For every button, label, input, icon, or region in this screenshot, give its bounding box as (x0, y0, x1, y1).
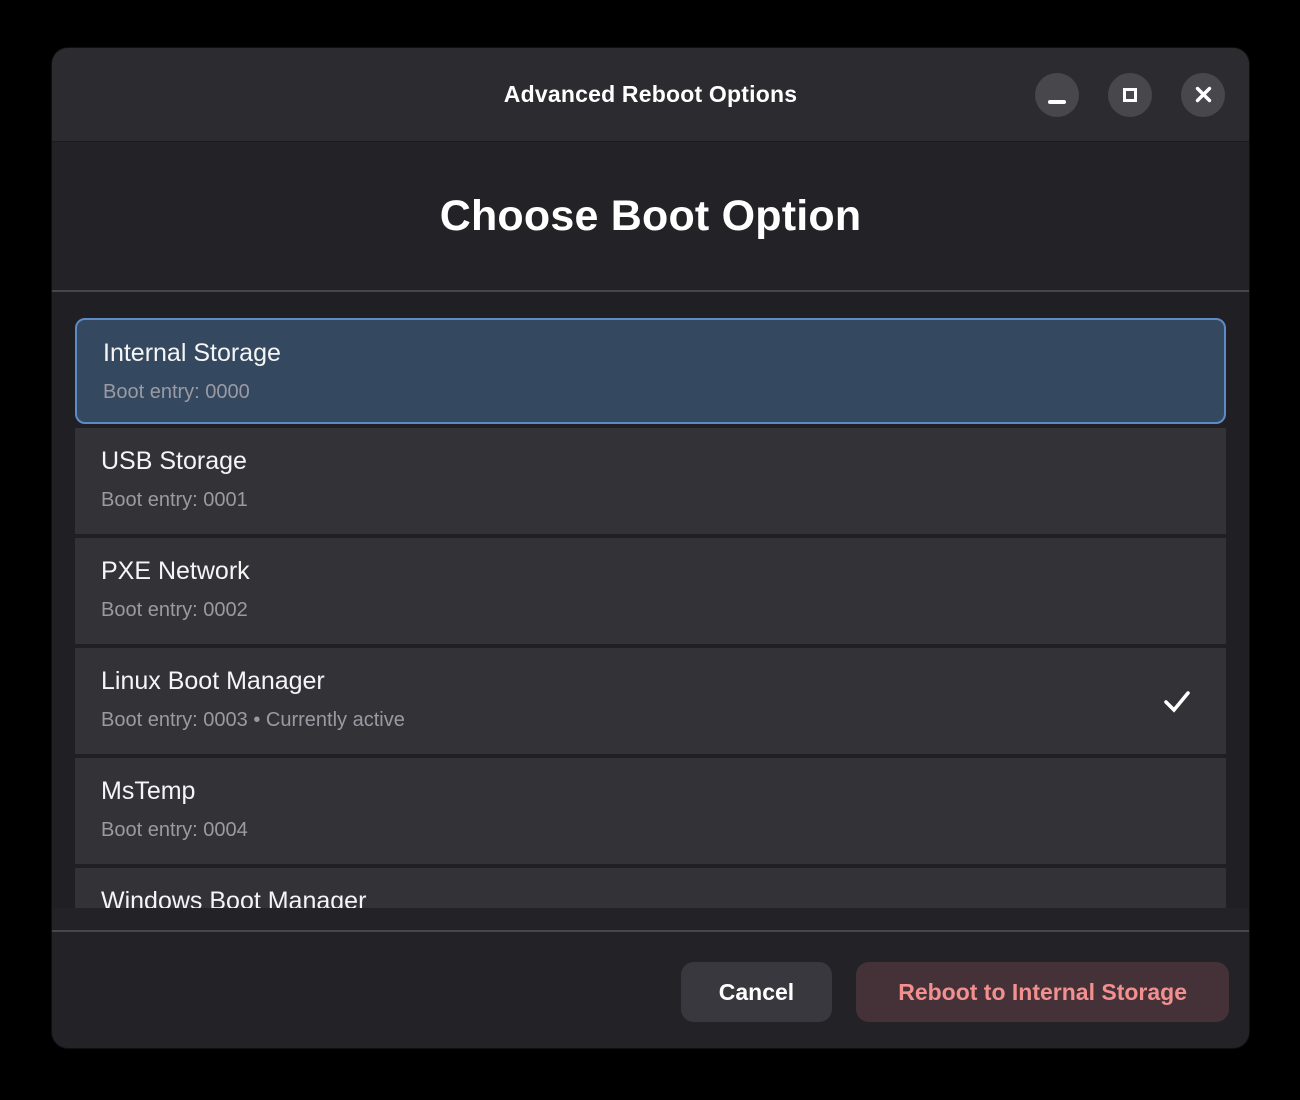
boot-option-row-0[interactable]: Internal Storage Boot entry: 0000 (75, 318, 1226, 424)
reboot-button[interactable]: Reboot to Internal Storage (856, 962, 1229, 1022)
boot-option-name: PXE Network (101, 556, 1200, 586)
boot-option-entry: Boot entry: 0003 • Currently active (101, 708, 1200, 732)
boot-option-entry: Boot entry: 0002 (101, 598, 1200, 622)
boot-option-row-1[interactable]: USB Storage Boot entry: 0001 (75, 428, 1226, 534)
boot-option-row-5[interactable]: Windows Boot Manager (75, 868, 1226, 908)
active-check-icon (1161, 685, 1193, 717)
boot-option-name: USB Storage (101, 446, 1200, 476)
screen-background: Advanced Reboot Options Choose Boot Opti (0, 0, 1300, 1100)
cancel-button[interactable]: Cancel (681, 962, 832, 1022)
boot-option-entry: Boot entry: 0001 (101, 488, 1200, 512)
boot-option-list-viewport[interactable]: Internal Storage Boot entry: 0000 USB St… (52, 292, 1249, 908)
boot-option-name: Internal Storage (103, 338, 1198, 368)
window-controls (1035, 73, 1225, 117)
titlebar[interactable]: Advanced Reboot Options (52, 48, 1249, 142)
footer-gap (52, 908, 1249, 930)
boot-option-row-4[interactable]: MsTemp Boot entry: 0004 (75, 758, 1226, 864)
boot-option-entry: Boot entry: 0004 (101, 818, 1200, 842)
dialog-header: Choose Boot Option (52, 142, 1249, 290)
page-title: Choose Boot Option (440, 192, 862, 241)
maximize-button[interactable] (1108, 73, 1152, 117)
boot-option-entry: Boot entry: 0000 (103, 380, 1198, 404)
maximize-icon (1123, 88, 1137, 102)
close-button[interactable] (1181, 73, 1225, 117)
dialog-window: Advanced Reboot Options Choose Boot Opti (52, 48, 1249, 1048)
minimize-icon (1048, 100, 1066, 104)
boot-option-row-2[interactable]: PXE Network Boot entry: 0002 (75, 538, 1226, 644)
dialog-footer: Cancel Reboot to Internal Storage (52, 932, 1249, 1048)
close-icon (1195, 86, 1212, 103)
boot-option-name: MsTemp (101, 776, 1200, 806)
minimize-button[interactable] (1035, 73, 1079, 117)
boot-option-list: Internal Storage Boot entry: 0000 USB St… (75, 318, 1226, 908)
boot-option-row-3[interactable]: Linux Boot Manager Boot entry: 0003 • Cu… (75, 648, 1226, 754)
window-title: Advanced Reboot Options (504, 81, 797, 108)
boot-option-name: Windows Boot Manager (101, 886, 1200, 908)
boot-option-name: Linux Boot Manager (101, 666, 1200, 696)
